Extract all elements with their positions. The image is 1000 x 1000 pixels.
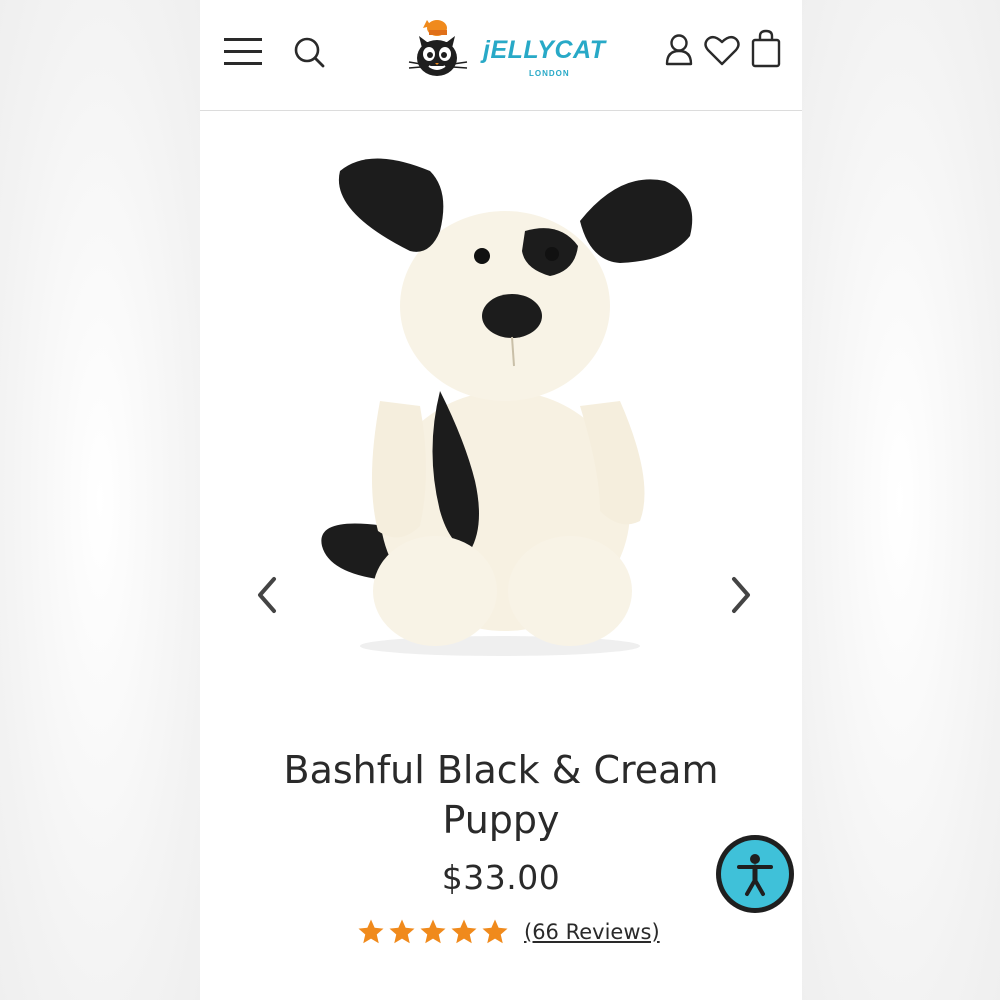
star-icon [389,919,415,944]
brand-name: jELLYCAT [483,36,606,64]
product-photo-puppy [321,158,693,656]
background-blur-right [800,0,1000,1000]
menu-icon[interactable] [222,32,266,72]
cat-logo-icon [408,20,468,76]
bag-icon[interactable] [748,28,784,70]
brand-logo[interactable]: jELLYCAT LONDON [405,14,605,86]
accessibility-button[interactable] [716,835,794,913]
accessibility-icon [721,840,789,908]
rating-stars [356,917,510,947]
search-icon[interactable] [290,32,330,72]
reviews-link[interactable]: (66 Reviews) [524,920,660,944]
heart-icon[interactable] [702,30,742,70]
product-image-carousel[interactable] [200,111,802,711]
background-blur-left [0,0,200,1000]
star-icon [482,919,508,944]
mobile-page: jELLYCAT LONDON Bashful Black & Cream Pu… [200,0,802,1000]
star-icon [420,919,446,944]
account-icon[interactable] [662,30,696,70]
site-header: jELLYCAT LONDON [200,0,802,111]
chevron-right-icon[interactable] [724,573,758,617]
brand-subtitle: LONDON [529,69,570,78]
star-icon [451,919,477,944]
product-title: Bashful Black & Cream Puppy [283,748,719,842]
product-price: $33.00 [441,858,561,897]
chevron-left-icon[interactable] [250,573,284,617]
star-icon [358,919,384,944]
product-rating: (66 Reviews) [356,912,660,952]
